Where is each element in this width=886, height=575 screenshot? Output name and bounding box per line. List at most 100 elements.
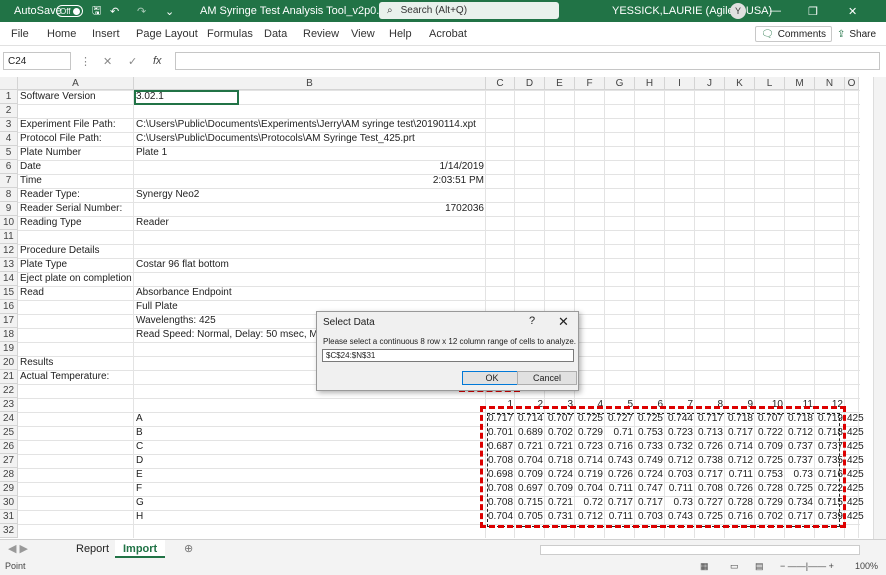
row-header[interactable]: 22 [0, 384, 18, 398]
row-header[interactable]: 18 [0, 328, 18, 342]
cell-plate-trailing[interactable]: 425 [847, 468, 864, 482]
cell-plate-trailing[interactable]: 425 [847, 482, 864, 496]
save-icon[interactable]: 🖫 [92, 0, 101, 22]
tab-import[interactable]: Import [115, 540, 166, 558]
share-button[interactable]: ⇪ Share [832, 26, 882, 42]
name-box[interactable]: C24 [3, 52, 71, 70]
customize-icon[interactable]: ⌄ [165, 0, 174, 22]
row-header[interactable]: 20 [0, 356, 18, 370]
enter-icon[interactable]: ✓ [128, 55, 137, 68]
cell-plate-trailing[interactable]: 425 [847, 412, 864, 426]
row-header[interactable]: 2 [0, 104, 18, 118]
column-header[interactable]: E [545, 77, 575, 90]
cell-sheet-a13[interactable]: Plate Type [20, 258, 67, 272]
row-header[interactable]: 9 [0, 202, 18, 216]
cell-sheet-a10[interactable]: Reading Type [20, 216, 82, 230]
cell-plate-row_labels.4[interactable]: E [136, 468, 143, 482]
menu-acrobat[interactable]: Acrobat [429, 28, 467, 40]
cell-sheet-b8[interactable]: Synergy Neo2 [136, 188, 199, 202]
row-header[interactable]: 4 [0, 132, 18, 146]
row-header[interactable]: 16 [0, 300, 18, 314]
row-header[interactable]: 26 [0, 440, 18, 454]
cell-plate-trailing[interactable]: 425 [847, 454, 864, 468]
column-header[interactable]: L [755, 77, 785, 90]
comments-button[interactable]: 🗨 Comments [755, 26, 833, 42]
horizontal-scrollbar[interactable] [540, 545, 860, 555]
cell-plate-row_labels.6[interactable]: G [136, 496, 144, 510]
help-icon[interactable]: ? [529, 315, 535, 327]
cell-plate-row_labels.5[interactable]: F [136, 482, 142, 496]
row-header[interactable]: 11 [0, 230, 18, 244]
row-header[interactable]: 17 [0, 314, 18, 328]
row-header[interactable]: 15 [0, 286, 18, 300]
cell-sheet-a20[interactable]: Results [20, 356, 53, 370]
row-header[interactable]: 8 [0, 188, 18, 202]
column-header[interactable]: J [695, 77, 725, 90]
cell-sheet-b3[interactable]: C:\Users\Public\Documents\Experiments\Je… [136, 118, 476, 132]
row-header[interactable]: 7 [0, 174, 18, 188]
cell-plate-row_labels.7[interactable]: H [136, 510, 143, 524]
close-icon[interactable]: ✕ [558, 314, 569, 330]
row-header[interactable]: 21 [0, 370, 18, 384]
menu-help[interactable]: Help [389, 28, 412, 40]
function-icon[interactable]: fx [153, 55, 162, 67]
cell-sheet-b13[interactable]: Costar 96 flat bottom [136, 258, 229, 272]
cell-sheet-b17[interactable]: Wavelengths: 425 [136, 314, 216, 328]
zoom-level[interactable]: 100% [855, 561, 878, 571]
page-break-icon[interactable]: ▤ [755, 561, 764, 572]
row-header[interactable]: 12 [0, 244, 18, 258]
row-header[interactable]: 5 [0, 146, 18, 160]
row-header[interactable]: 6 [0, 160, 18, 174]
cell-sheet-b6[interactable]: 1/14/2019 [136, 160, 485, 174]
column-header[interactable]: O [845, 77, 859, 90]
cell-sheet-a6[interactable]: Date [20, 160, 41, 174]
cell-sheet-a3[interactable]: Experiment File Path: [20, 118, 116, 132]
column-header[interactable]: B [134, 77, 486, 90]
tab-scroll-left-icon[interactable]: ◀ ▶ [0, 540, 36, 558]
minimize-icon[interactable]: — [770, 0, 781, 22]
column-header[interactable]: N [815, 77, 845, 90]
cell-sheet-b18[interactable]: Read Speed: Normal, Delay: 50 msec, Me [136, 328, 323, 342]
cell-plate-row_labels.3[interactable]: D [136, 454, 143, 468]
avatar[interactable]: Y [730, 3, 746, 19]
close-icon[interactable]: ✕ [848, 0, 857, 22]
row-header[interactable]: 29 [0, 482, 18, 496]
column-header[interactable]: C [486, 77, 515, 90]
row-header[interactable]: 24 [0, 412, 18, 426]
normal-view-icon[interactable]: ▦ [700, 561, 709, 572]
row-header[interactable]: 30 [0, 496, 18, 510]
row-header[interactable]: 25 [0, 426, 18, 440]
menu-home[interactable]: Home [47, 28, 76, 40]
cell-sheet-b7[interactable]: 2:03:51 PM [136, 174, 484, 188]
row-header[interactable]: 32 [0, 524, 18, 538]
menu-insert[interactable]: Insert [92, 28, 120, 40]
vertical-scrollbar[interactable] [873, 77, 886, 539]
column-header[interactable]: F [575, 77, 605, 90]
cell-sheet-a7[interactable]: Time [20, 174, 42, 188]
select-all-corner[interactable] [0, 77, 18, 90]
tab-report[interactable]: Report [68, 540, 117, 558]
column-header[interactable]: H [635, 77, 665, 90]
cell-plate-row_labels.1[interactable]: B [136, 426, 143, 440]
column-header[interactable]: G [605, 77, 635, 90]
menu-data[interactable]: Data [264, 28, 287, 40]
cell-sheet-b16[interactable]: Full Plate [136, 300, 178, 314]
column-header[interactable]: D [515, 77, 545, 90]
cell-sheet-a5[interactable]: Plate Number [20, 146, 81, 160]
row-header[interactable]: 1 [0, 90, 18, 104]
page-layout-icon[interactable]: ▭ [730, 561, 739, 572]
ok-button[interactable]: OK [462, 371, 522, 385]
cell-sheet-a4[interactable]: Protocol File Path: [20, 132, 102, 146]
cancel-button[interactable]: Cancel [517, 371, 577, 385]
undo-icon[interactable]: ↶ [110, 0, 119, 22]
range-input[interactable]: $C$24:$N$31 [322, 349, 574, 362]
cell-plate-trailing[interactable]: 425 [847, 440, 864, 454]
cell-plate-row_labels.2[interactable]: C [136, 440, 143, 454]
row-header[interactable]: 23 [0, 398, 18, 412]
menu-file[interactable]: File [11, 28, 29, 40]
row-header[interactable]: 27 [0, 454, 18, 468]
column-header[interactable]: M [785, 77, 815, 90]
cell-plate-trailing[interactable]: 425 [847, 496, 864, 510]
menu-review[interactable]: Review [303, 28, 339, 40]
autosave-toggle[interactable]: Off [56, 0, 83, 22]
